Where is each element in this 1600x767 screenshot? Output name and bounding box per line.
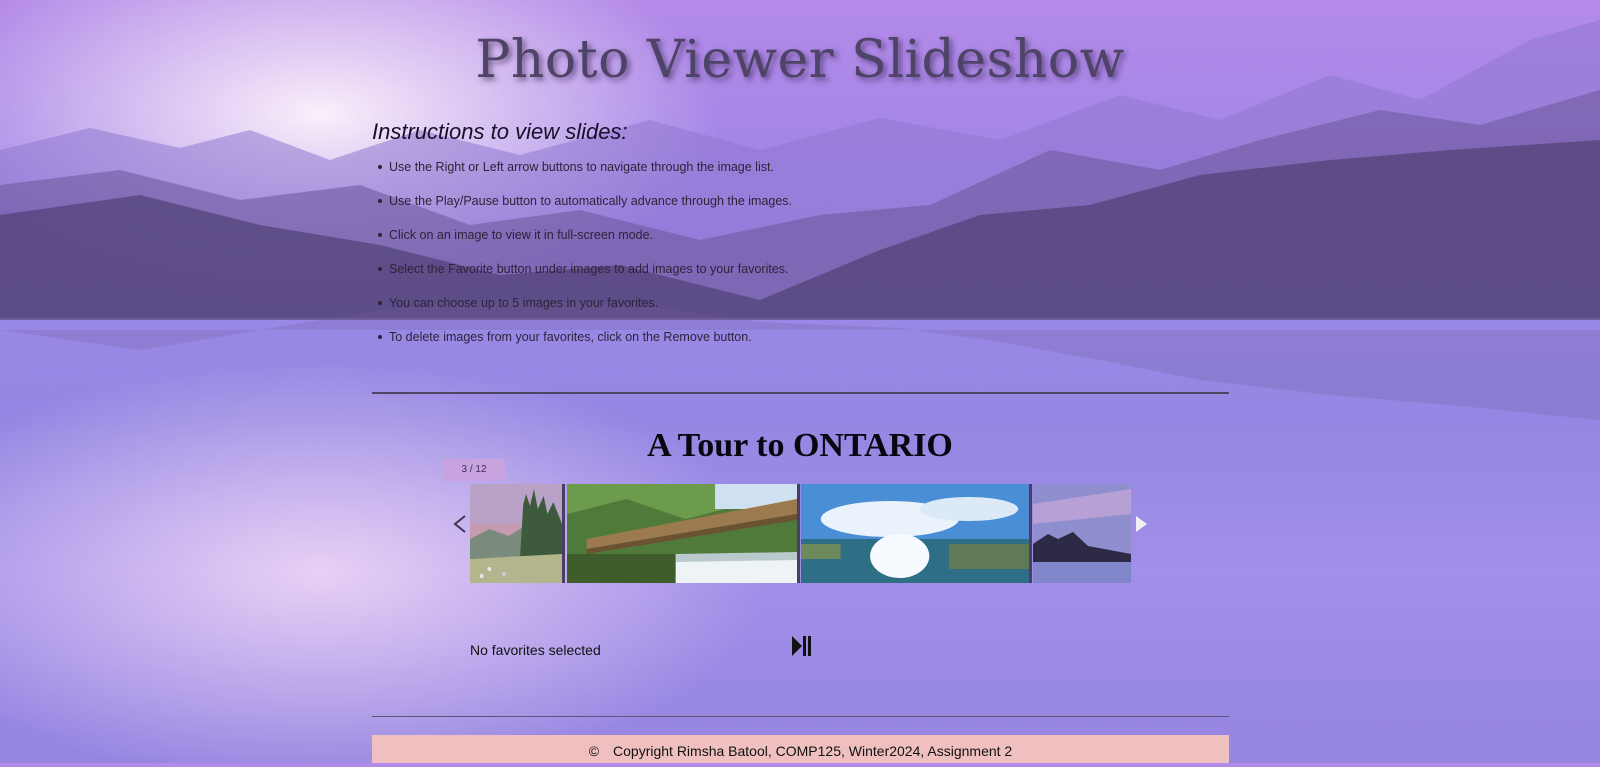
- instruction-item: You can choose up to 5 images in your fa…: [372, 292, 792, 326]
- slide-image-boardwalk-waterfall[interactable]: [567, 484, 800, 583]
- prev-slide-button[interactable]: [452, 514, 468, 534]
- instruction-item: Use the Right or Left arrow buttons to n…: [372, 156, 792, 190]
- chevron-left-icon: [453, 515, 466, 533]
- instruction-item: Click on an image to view it in full-scr…: [372, 224, 792, 258]
- footer: © Copyright Rimsha Batool, COMP125, Wint…: [372, 735, 1229, 763]
- instructions-title: Instructions to view slides:: [372, 119, 628, 144]
- chevron-right-icon: [1136, 516, 1147, 532]
- slideshow-title: A Tour to ONTARIO: [647, 427, 953, 464]
- instruction-item: Use the Play/Pause button to automatical…: [372, 190, 792, 224]
- play-pause-button[interactable]: [790, 634, 812, 658]
- slide-image-niagara-falls[interactable]: [801, 484, 1032, 583]
- image-carousel: [470, 484, 1131, 583]
- next-slide-button[interactable]: [1133, 514, 1149, 534]
- copyright-symbol: ©: [588, 743, 600, 759]
- slide-counter: 3 / 12: [443, 459, 505, 481]
- page-title: Photo Viewer Slideshow: [475, 30, 1125, 90]
- divider-bottom: [372, 716, 1229, 717]
- divider-top: [372, 392, 1229, 394]
- instruction-item: To delete images from your favorites, cl…: [372, 326, 792, 360]
- favorites-status: No favorites selected: [470, 642, 601, 658]
- footer-text: Copyright Rimsha Batool, COMP125, Winter…: [613, 743, 1013, 759]
- play-pause-icon: [792, 636, 811, 656]
- slide-image-forest-meadow[interactable]: [470, 484, 565, 583]
- slide-image-lake-cliff-dusk[interactable]: [1033, 484, 1131, 583]
- instruction-item: Select the Favorite button under images …: [372, 258, 792, 292]
- instructions-list: Use the Right or Left arrow buttons to n…: [372, 156, 792, 360]
